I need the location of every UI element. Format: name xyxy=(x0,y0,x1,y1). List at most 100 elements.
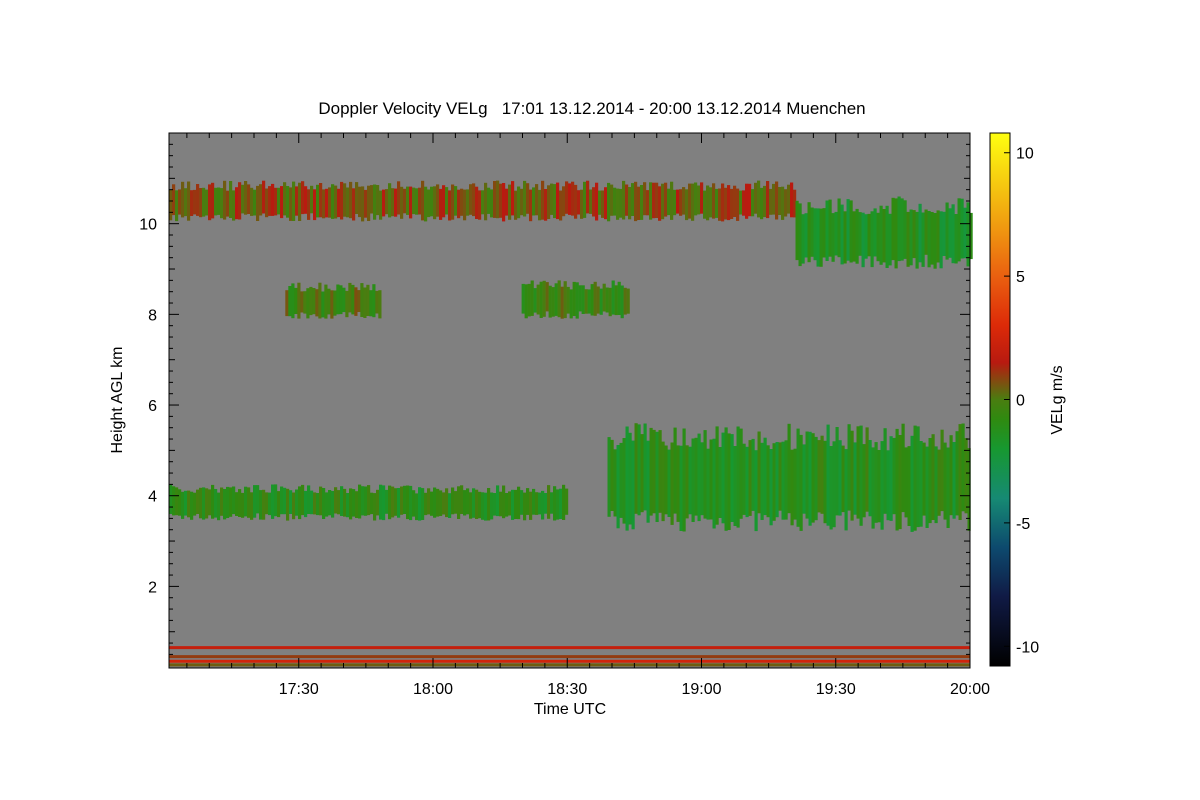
velocity-strip xyxy=(715,188,719,218)
velocity-strip xyxy=(790,449,794,526)
velocity-strip xyxy=(536,284,540,315)
velocity-strip xyxy=(697,185,701,215)
velocity-strip xyxy=(814,436,818,521)
velocity-strip xyxy=(772,183,776,215)
velocity-strip xyxy=(339,285,343,315)
velocity-strip xyxy=(937,449,941,516)
velocity-strip xyxy=(348,282,352,313)
velocity-strip xyxy=(325,188,329,218)
velocity-strip xyxy=(448,493,452,518)
velocity-strip xyxy=(541,490,545,520)
velocity-strip xyxy=(397,488,401,518)
velocity-strip xyxy=(364,189,368,218)
velocity-strip xyxy=(832,441,836,528)
velocity-strip xyxy=(325,492,329,517)
velocity-strip xyxy=(241,184,245,214)
velocity-strip xyxy=(379,484,383,520)
velocity-strip xyxy=(667,188,671,216)
velocity-strip xyxy=(478,190,482,220)
velocity-strip xyxy=(709,187,713,218)
velocity-strip xyxy=(952,442,956,519)
velocity-strip xyxy=(388,183,392,218)
velocity-strip xyxy=(757,180,761,218)
velocity-strip xyxy=(655,182,659,218)
velocity-strip xyxy=(334,487,338,514)
velocity-strip xyxy=(580,189,584,219)
velocity-strip xyxy=(328,187,332,218)
velocity-strip xyxy=(560,286,564,319)
velocity-strip xyxy=(706,448,710,520)
velocity-strip xyxy=(388,485,392,520)
velocity-strip xyxy=(936,210,940,263)
velocity-strip xyxy=(913,425,917,531)
velocity-strip xyxy=(655,431,659,522)
velocity-strip xyxy=(877,450,881,523)
velocity-strip xyxy=(610,184,614,216)
cloud-layer-2 xyxy=(521,280,630,319)
velocity-strip xyxy=(472,183,476,217)
velocity-strip xyxy=(865,427,869,512)
velocity-strip xyxy=(268,492,272,516)
y-tick-label: 6 xyxy=(148,398,157,415)
velocity-strip xyxy=(572,281,576,316)
velocity-strip xyxy=(593,281,597,316)
velocity-strip xyxy=(559,488,563,519)
velocity-strip xyxy=(331,184,335,219)
x-tick-label: 19:00 xyxy=(681,681,721,698)
velocity-strip xyxy=(685,189,689,221)
velocity-strip xyxy=(625,184,629,216)
velocity-strip xyxy=(822,208,826,258)
velocity-strip xyxy=(553,486,557,521)
velocity-strip xyxy=(370,492,374,515)
velocity-strip xyxy=(826,424,830,526)
velocity-strip xyxy=(889,436,893,521)
velocity-strip xyxy=(298,182,302,221)
velocity-strip xyxy=(620,285,624,319)
velocity-strip xyxy=(336,284,340,315)
velocity-strip xyxy=(760,442,764,520)
velocity-strip xyxy=(610,439,614,511)
velocity-strip xyxy=(766,181,770,219)
velocity-strip xyxy=(394,188,398,217)
velocity-strip xyxy=(526,183,530,214)
velocity-strip xyxy=(178,189,182,215)
velocity-strip xyxy=(954,214,958,264)
velocity-strip xyxy=(196,489,200,514)
velocity-strip xyxy=(433,487,437,518)
velocity-strip xyxy=(220,188,224,219)
velocity-strip xyxy=(527,283,531,317)
velocity-strip xyxy=(247,487,251,518)
velocity-strip xyxy=(670,442,674,525)
velocity-strip xyxy=(544,189,548,221)
velocity-strip xyxy=(563,281,567,319)
velocity-strip xyxy=(634,181,638,222)
velocity-strip xyxy=(566,286,570,314)
velocity-strip xyxy=(298,486,302,520)
velocity-strip xyxy=(883,428,887,514)
velocity-strip xyxy=(259,184,263,216)
velocity-strip xyxy=(285,290,289,317)
velocity-strip xyxy=(370,185,374,214)
velocity-strip xyxy=(312,288,316,315)
velocity-strip xyxy=(853,442,857,515)
velocity-strip xyxy=(607,437,611,517)
velocity-strip xyxy=(211,182,215,219)
velocity-strip xyxy=(460,188,464,216)
velocity-strip xyxy=(448,190,452,221)
velocity-strip xyxy=(748,183,752,217)
velocity-strip xyxy=(181,181,185,218)
colorbar-tick-label: 5 xyxy=(1016,269,1025,286)
velocity-strip xyxy=(451,487,455,515)
velocity-strip xyxy=(679,189,683,216)
colorbar-tick-label: -5 xyxy=(1016,516,1030,533)
velocity-strip xyxy=(327,288,331,315)
velocity-strip xyxy=(379,190,383,220)
velocity-strip xyxy=(611,280,615,315)
velocity-strip xyxy=(375,290,379,314)
velocity-strip xyxy=(682,187,686,215)
velocity-strip xyxy=(322,189,326,219)
velocity-strip xyxy=(292,181,296,221)
velocity-strip xyxy=(324,284,328,319)
velocity-strip xyxy=(682,428,686,532)
velocity-strip xyxy=(838,440,842,516)
